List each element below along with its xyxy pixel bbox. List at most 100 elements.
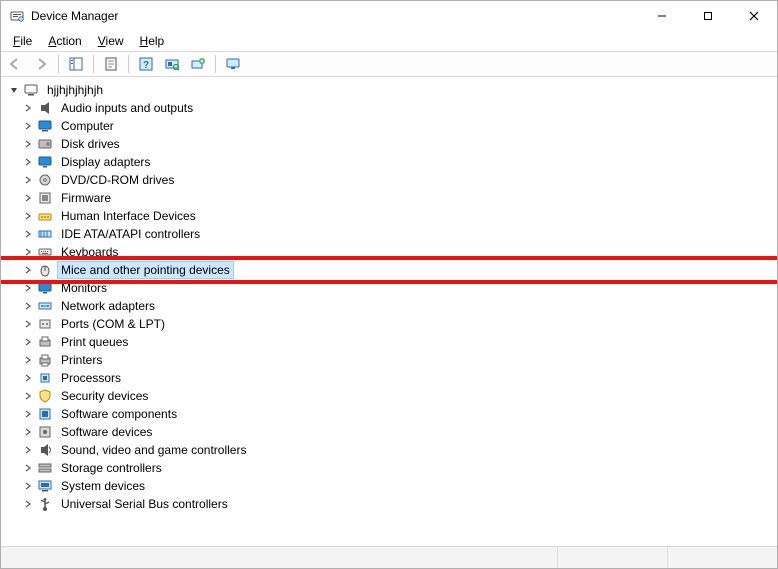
tree-item[interactable]: Keyboards [3, 243, 775, 261]
tree-item[interactable]: Ports (COM & LPT) [3, 315, 775, 333]
tree-item-label[interactable]: Monitors [57, 279, 111, 297]
window-title: Device Manager [31, 9, 118, 23]
keyboard-icon [37, 244, 53, 260]
expand-icon[interactable] [21, 389, 35, 403]
tree-item[interactable]: Storage controllers [3, 459, 775, 477]
hid-icon [37, 208, 53, 224]
tree-item-label[interactable]: Software components [57, 405, 181, 423]
tree-item-label[interactable]: Universal Serial Bus controllers [57, 495, 232, 513]
tree-item-label[interactable]: Firmware [57, 189, 115, 207]
expand-icon[interactable] [21, 119, 35, 133]
help-button[interactable]: ? [134, 53, 158, 75]
tree-item[interactable]: Universal Serial Bus controllers [3, 495, 775, 513]
tree-item[interactable]: Mice and other pointing devices [3, 261, 775, 279]
expand-icon[interactable] [21, 155, 35, 169]
menu-view[interactable]: View [90, 32, 132, 50]
tree-item[interactable]: Monitors [3, 279, 775, 297]
expand-icon[interactable] [21, 173, 35, 187]
tree-item[interactable]: Print queues [3, 333, 775, 351]
expand-icon[interactable] [21, 317, 35, 331]
expand-icon[interactable] [21, 281, 35, 295]
close-button[interactable] [731, 1, 777, 31]
expand-icon[interactable] [21, 101, 35, 115]
tree-item-label[interactable]: System devices [57, 477, 149, 495]
scan-hardware-button[interactable] [160, 53, 184, 75]
tree-item-label[interactable]: Storage controllers [57, 459, 166, 477]
menu-action[interactable]: Action [40, 32, 89, 50]
monitor-icon [37, 280, 53, 296]
device-tree-pane[interactable]: hjjhjhjhjhjh Audio inputs and outputsCom… [1, 77, 777, 546]
expand-icon[interactable] [21, 209, 35, 223]
device-manager-window: Device Manager File Action View Help ? [0, 0, 778, 569]
menu-help[interactable]: Help [132, 32, 173, 50]
devices-by-type-button[interactable] [221, 53, 245, 75]
root-label[interactable]: hjjhjhjhjhjh [43, 81, 107, 99]
tree-item-label[interactable]: Ports (COM & LPT) [57, 315, 169, 333]
tree-item[interactable]: Software components [3, 405, 775, 423]
tree-item-label[interactable]: Network adapters [57, 297, 159, 315]
back-button[interactable] [3, 53, 27, 75]
maximize-button[interactable] [685, 1, 731, 31]
tree-item-label[interactable]: Audio inputs and outputs [57, 99, 197, 117]
tree-item[interactable]: System devices [3, 477, 775, 495]
tree-item-label[interactable]: Display adapters [57, 153, 154, 171]
minimize-button[interactable] [639, 1, 685, 31]
tree-item-label[interactable]: Security devices [57, 387, 152, 405]
expand-icon[interactable] [21, 497, 35, 511]
tree-item-label[interactable]: Sound, video and game controllers [57, 441, 250, 459]
tree-item[interactable]: Printers [3, 351, 775, 369]
disk-icon [37, 136, 53, 152]
storage-icon [37, 460, 53, 476]
expand-icon[interactable] [21, 191, 35, 205]
expand-icon[interactable] [21, 353, 35, 367]
sound-icon [37, 442, 53, 458]
expand-icon[interactable] [21, 479, 35, 493]
tree-item[interactable]: Software devices [3, 423, 775, 441]
computer-icon [37, 118, 53, 134]
tree-item-label[interactable]: Human Interface Devices [57, 207, 200, 225]
expand-icon[interactable] [21, 227, 35, 241]
tree-item-label[interactable]: DVD/CD-ROM drives [57, 171, 178, 189]
tree-root[interactable]: hjjhjhjhjhjh [3, 81, 775, 99]
expand-icon[interactable] [21, 443, 35, 457]
tree-item-label[interactable]: Keyboards [57, 243, 122, 261]
tree-item[interactable]: IDE ATA/ATAPI controllers [3, 225, 775, 243]
menubar: File Action View Help [1, 31, 777, 51]
tree-item[interactable]: Processors [3, 369, 775, 387]
expand-icon[interactable] [21, 263, 35, 277]
tree-item[interactable]: Network adapters [3, 297, 775, 315]
swcomp-icon [37, 406, 53, 422]
collapse-icon[interactable] [7, 83, 21, 97]
expand-icon[interactable] [21, 245, 35, 259]
tree-item[interactable]: Disk drives [3, 135, 775, 153]
tree-item-label[interactable]: IDE ATA/ATAPI controllers [57, 225, 204, 243]
tree-item-label[interactable]: Disk drives [57, 135, 124, 153]
tree-item[interactable]: Audio inputs and outputs [3, 99, 775, 117]
tree-item[interactable]: Security devices [3, 387, 775, 405]
show-hide-tree-button[interactable] [64, 53, 88, 75]
expand-icon[interactable] [21, 407, 35, 421]
expand-icon[interactable] [21, 425, 35, 439]
expand-icon[interactable] [21, 371, 35, 385]
tree-item[interactable]: Sound, video and game controllers [3, 441, 775, 459]
tree-item-label[interactable]: Print queues [57, 333, 132, 351]
tree-item-label[interactable]: Mice and other pointing devices [57, 261, 234, 279]
statusbar [1, 546, 777, 568]
tree-item-label[interactable]: Processors [57, 369, 125, 387]
tree-item-label[interactable]: Computer [57, 117, 118, 135]
expand-icon[interactable] [21, 335, 35, 349]
tree-item[interactable]: Display adapters [3, 153, 775, 171]
expand-icon[interactable] [21, 299, 35, 313]
properties-button[interactable] [99, 53, 123, 75]
tree-item-label[interactable]: Printers [57, 351, 106, 369]
tree-item[interactable]: Firmware [3, 189, 775, 207]
expand-icon[interactable] [21, 461, 35, 475]
tree-item[interactable]: DVD/CD-ROM drives [3, 171, 775, 189]
expand-icon[interactable] [21, 137, 35, 151]
menu-file[interactable]: File [5, 32, 40, 50]
tree-item[interactable]: Computer [3, 117, 775, 135]
tree-item-label[interactable]: Software devices [57, 423, 156, 441]
tree-item[interactable]: Human Interface Devices [3, 207, 775, 225]
forward-button[interactable] [29, 53, 53, 75]
add-legacy-button[interactable] [186, 53, 210, 75]
